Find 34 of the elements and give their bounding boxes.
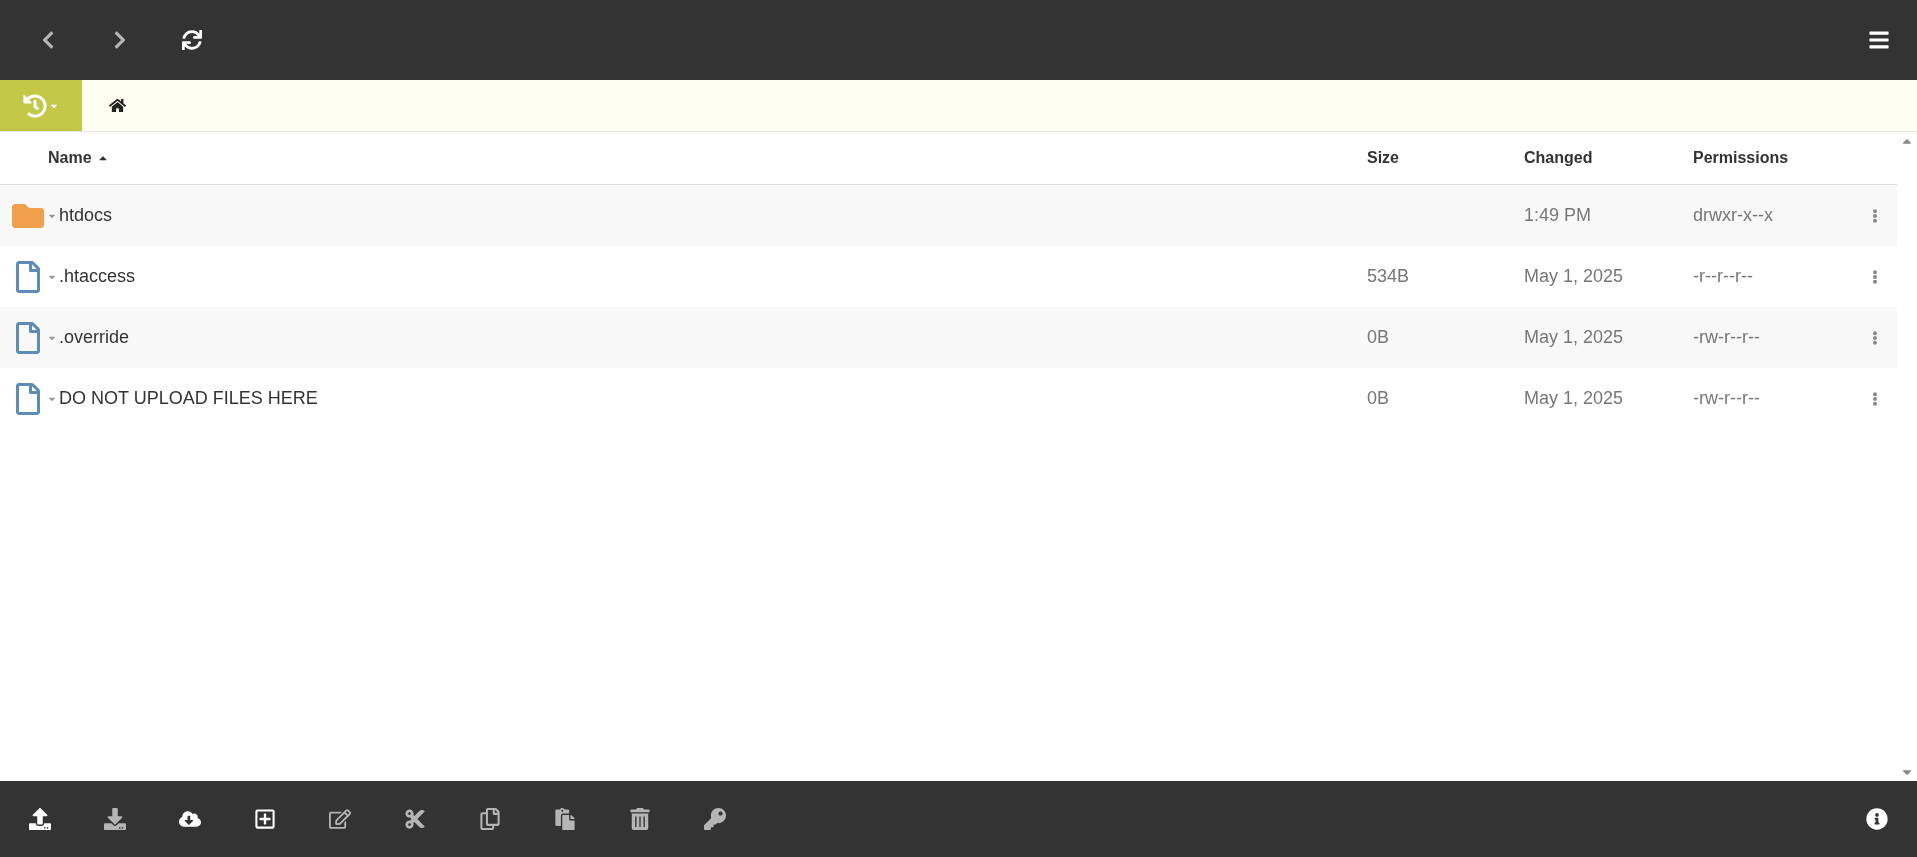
column-header[interactable]: Changed	[1524, 146, 1593, 170]
file-row[interactable]: .override 0B May 1, 2025 -rw-r--r--	[0, 307, 1897, 368]
changed-date: May 1, 2025	[1524, 266, 1624, 286]
changed-date: 1:49 PM	[1524, 205, 1592, 225]
changed-date: May 1, 2025	[1524, 388, 1624, 408]
trash-icon	[629, 808, 651, 830]
copy-icon	[479, 808, 501, 830]
column-header[interactable]: Size	[1367, 146, 1399, 170]
file-size: 534B	[1367, 266, 1410, 286]
file-name: .override	[59, 326, 130, 349]
refresh-icon	[182, 30, 202, 50]
menu-icon	[1868, 29, 1890, 51]
file-name: .htaccess	[59, 265, 136, 288]
key-icon	[704, 808, 726, 830]
upload-icon	[29, 808, 51, 830]
history-icon	[23, 93, 47, 118]
permissions-text: -r--r--r--	[1693, 266, 1753, 286]
file-size: 0B	[1367, 388, 1390, 408]
file-name: DO NOT UPLOAD FILES HERE	[59, 387, 318, 410]
paste-icon	[554, 808, 576, 830]
changed-date: May 1, 2025	[1524, 327, 1624, 347]
permissions-text: -rw-r--r--	[1693, 327, 1760, 347]
home-icon	[108, 97, 126, 114]
column-header[interactable]: Permissions	[1693, 146, 1789, 170]
cloud-download-icon	[179, 808, 201, 830]
file-name: htdocs	[59, 204, 113, 227]
permissions-text: drwxr-x--x	[1693, 205, 1773, 225]
download-icon	[104, 808, 126, 830]
file-size: 0B	[1367, 327, 1390, 347]
info-icon	[1866, 808, 1888, 830]
scissors-icon	[404, 808, 426, 830]
file-row[interactable]: htdocs 1:49 PM drwxr-x--x	[0, 185, 1897, 246]
column-header[interactable]: Name	[48, 146, 109, 170]
permissions-text: -rw-r--r--	[1693, 388, 1760, 408]
